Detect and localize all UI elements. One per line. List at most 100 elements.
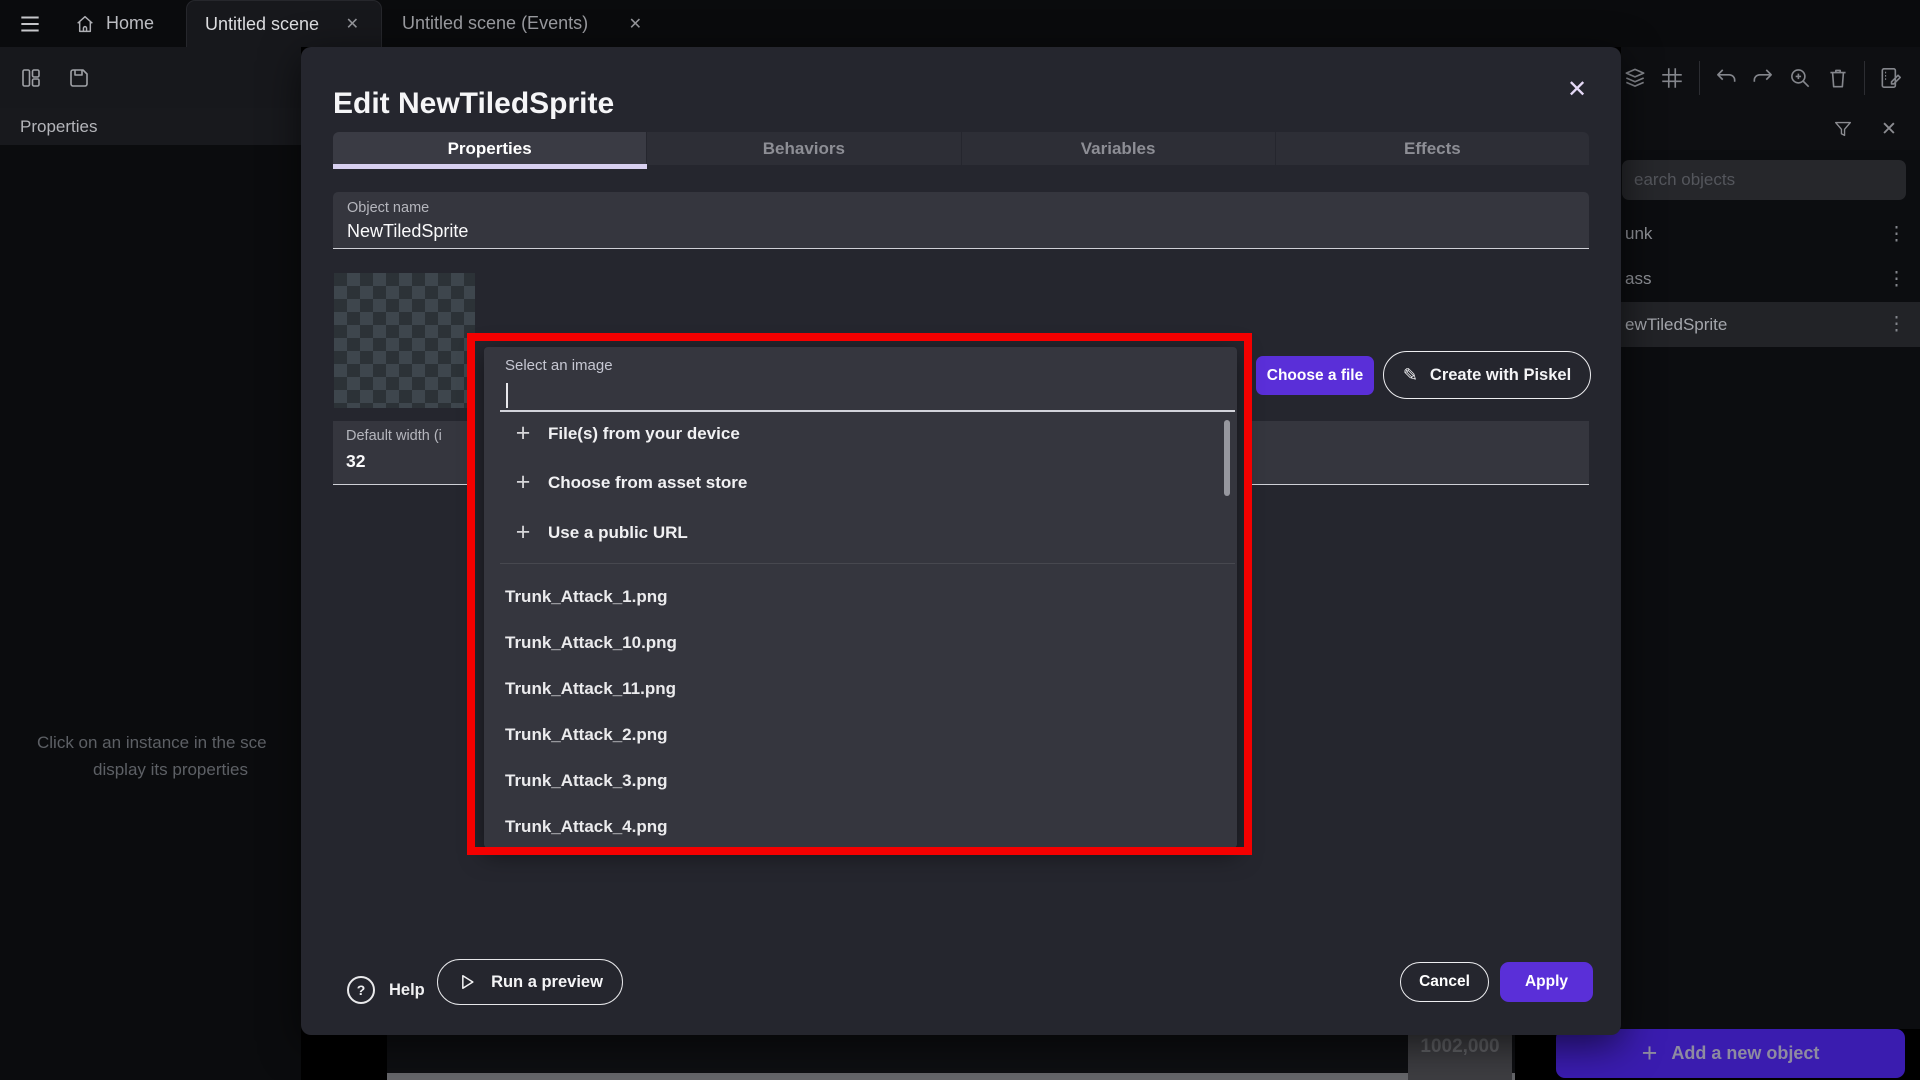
editor-toolbar-left: [0, 47, 301, 108]
object-list-item[interactable]: ass ⋮: [1621, 260, 1920, 298]
scene-toolbar-right: [1621, 47, 1920, 108]
menu-item-use-public-url[interactable]: + Use a public URL: [484, 510, 1237, 555]
plus-icon: +: [1642, 1038, 1658, 1069]
toolbar-separator: [1699, 61, 1700, 95]
top-tab-bar: Home Untitled scene ✕ Untitled scene (Ev…: [0, 0, 1920, 47]
choose-a-file-button[interactable]: Choose a file: [1256, 356, 1374, 395]
panel-layout-icon[interactable]: [16, 63, 46, 93]
hamburger-icon: [17, 11, 43, 37]
default-width-value: 32: [346, 451, 458, 472]
filter-icon[interactable]: [1828, 114, 1858, 144]
default-width-label: Default width (i: [346, 428, 458, 444]
dropdown-scrollbar[interactable]: [1224, 420, 1230, 496]
search-objects-input[interactable]: [1622, 160, 1906, 200]
kebab-menu-icon[interactable]: ⋮: [1887, 223, 1920, 246]
tab-untitled-scene-events[interactable]: Untitled scene (Events) ✕: [384, 0, 664, 47]
object-name: ewTiledSprite: [1621, 315, 1727, 335]
gdevelop-app: { "colors": { "accent_purple": "#5a2fd8"…: [0, 0, 1920, 1080]
tab-variables[interactable]: Variables: [962, 132, 1275, 165]
object-name-label: Object name: [347, 200, 1575, 216]
tab-events-label: Untitled scene (Events): [402, 13, 588, 34]
file-option[interactable]: Trunk_Attack_1.png: [484, 576, 1224, 618]
plus-icon: +: [511, 468, 535, 497]
tab-effects[interactable]: Effects: [1276, 132, 1589, 165]
menu-item-files-from-device[interactable]: + File(s) from your device: [484, 411, 1237, 456]
coordinates-value: 1002,000: [1420, 1036, 1499, 1080]
empty-state-text: display its properties: [93, 760, 248, 780]
object-list-item-selected[interactable]: ewTiledSprite ⋮: [1621, 302, 1920, 347]
cancel-button[interactable]: Cancel: [1400, 962, 1489, 1002]
plus-icon: +: [511, 419, 535, 448]
file-option[interactable]: Trunk_Attack_2.png: [484, 714, 1224, 756]
cancel-label: Cancel: [1419, 973, 1470, 991]
grid-icon[interactable]: [1658, 63, 1687, 93]
close-dialog-icon[interactable]: ✕: [1557, 69, 1597, 109]
objects-panel-header: ✕: [1621, 108, 1920, 150]
tab-properties[interactable]: Properties: [333, 132, 646, 165]
active-tab-underline: [333, 164, 647, 169]
object-list-item[interactable]: unk ⋮: [1621, 215, 1920, 253]
dialog-tab-bar: Properties Behaviors Variables Effects: [333, 132, 1589, 165]
text-caret: [506, 383, 508, 408]
scene-canvas-edge: [387, 1073, 1515, 1080]
file-option[interactable]: Trunk_Attack_4.png: [484, 806, 1224, 848]
close-icon[interactable]: ✕: [342, 12, 363, 36]
question-mark-icon: ?: [347, 976, 375, 1004]
object-name-field[interactable]: Object name NewTiledSprite: [333, 192, 1589, 249]
default-width-field[interactable]: Default width (i 32: [333, 421, 471, 485]
edit-object-dialog: Edit NewTiledSprite ✕ Properties Behavio…: [301, 47, 1621, 1035]
edit-events-sheet-icon[interactable]: [1877, 63, 1906, 93]
menu-divider: [500, 563, 1235, 564]
dialog-title: Edit NewTiledSprite: [333, 87, 614, 121]
tab-home-label: Home: [106, 13, 154, 34]
undo-icon[interactable]: [1712, 63, 1741, 93]
create-with-piskel-label: Create with Piskel: [1430, 366, 1571, 385]
apply-label: Apply: [1525, 973, 1568, 991]
object-name: unk: [1621, 224, 1652, 244]
tab-scene-label: Untitled scene: [205, 14, 319, 35]
object-name-value: NewTiledSprite: [347, 221, 1575, 242]
run-a-preview-label: Run a preview: [491, 973, 603, 992]
select-image-input[interactable]: [506, 381, 806, 409]
tab-behaviors[interactable]: Behaviors: [647, 132, 960, 165]
select-image-label: Select an image: [505, 357, 613, 374]
zoom-in-icon[interactable]: [1786, 63, 1815, 93]
default-width-field-continued: [1252, 421, 1589, 485]
pencil-icon: ✎: [1403, 365, 1418, 386]
plus-icon: +: [511, 518, 535, 547]
object-name: ass: [1621, 269, 1651, 289]
help-button[interactable]: ? Help: [339, 967, 433, 1013]
redo-icon[interactable]: [1749, 63, 1778, 93]
menu-item-label: Choose from asset store: [548, 473, 747, 493]
properties-panel-body: Click on an instance in the sce display …: [0, 145, 301, 1080]
save-icon[interactable]: [64, 63, 94, 93]
close-panel-icon[interactable]: ✕: [1874, 114, 1904, 144]
menu-item-label: File(s) from your device: [548, 424, 740, 444]
kebab-menu-icon[interactable]: ⋮: [1887, 313, 1920, 336]
tab-untitled-scene[interactable]: Untitled scene ✕: [186, 0, 382, 47]
menu-item-choose-from-asset-store[interactable]: + Choose from asset store: [484, 460, 1237, 505]
file-option[interactable]: Trunk_Attack_11.png: [484, 668, 1224, 710]
select-image-dropdown: Select an image + File(s) from your devi…: [484, 347, 1237, 848]
apply-button[interactable]: Apply: [1500, 962, 1593, 1002]
choose-a-file-label: Choose a file: [1267, 367, 1363, 385]
image-preview-placeholder[interactable]: [334, 273, 475, 408]
home-icon: [74, 13, 96, 35]
close-icon[interactable]: ✕: [625, 12, 646, 36]
kebab-menu-icon[interactable]: ⋮: [1887, 268, 1920, 291]
file-option[interactable]: Trunk_Attack_10.png: [484, 622, 1224, 664]
toolbar-separator: [1864, 61, 1865, 95]
menu-item-label: Use a public URL: [548, 523, 688, 543]
trash-icon[interactable]: [1823, 63, 1852, 93]
properties-panel-title: Properties: [20, 117, 97, 137]
add-new-object-button[interactable]: + Add a new object: [1556, 1029, 1905, 1078]
tab-home[interactable]: Home: [56, 0, 172, 47]
help-label: Help: [389, 981, 425, 1000]
properties-panel-header: Properties: [0, 108, 301, 145]
run-a-preview-button[interactable]: Run a preview: [437, 959, 623, 1005]
layers-icon[interactable]: [1621, 63, 1650, 93]
file-option[interactable]: Trunk_Attack_3.png: [484, 760, 1224, 802]
play-icon: [457, 972, 477, 992]
create-with-piskel-button[interactable]: ✎ Create with Piskel: [1383, 351, 1591, 399]
hamburger-menu-button[interactable]: [10, 9, 50, 39]
